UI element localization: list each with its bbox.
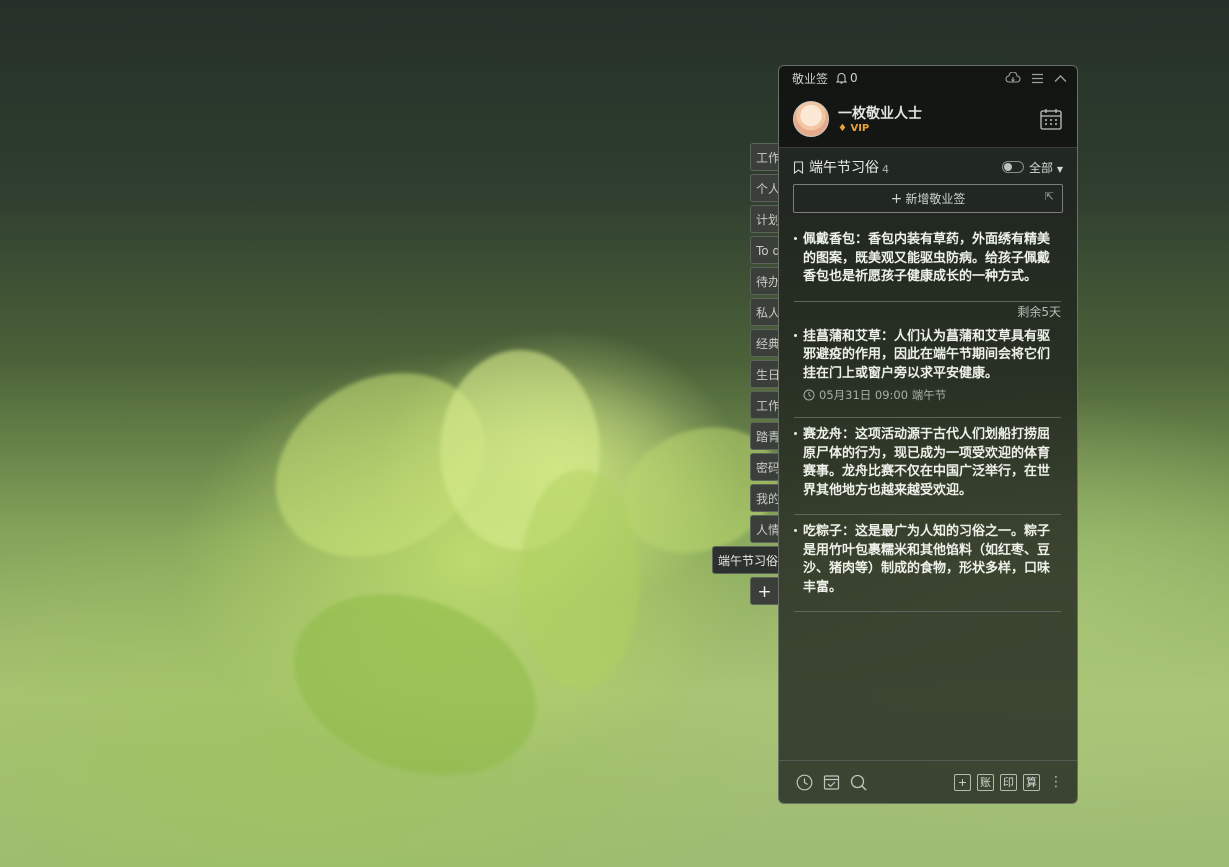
cloud-sync-icon[interactable] (1005, 72, 1021, 84)
tab-work[interactable]: 工作 (750, 143, 778, 171)
tab-dragon-boat-customs[interactable]: 端午节习俗 (712, 546, 778, 574)
note-text: 佩戴香包：香包内装有草药，外面绣有精美的图案，既美观又能驱虫防病。给孩子佩戴香包… (803, 232, 1051, 284)
notification-button[interactable]: 0 (836, 71, 858, 85)
notification-count: 0 (850, 71, 858, 85)
background-leaf (268, 562, 562, 808)
list-count: 4 (882, 162, 889, 176)
note-text: 挂菖蒲和艾草：人们认为菖蒲和艾草具有驱邪避疫的作用，因此在端午节期间会将它们挂在… (803, 328, 1051, 381)
vip-badge[interactable]: ♦ VIP (838, 123, 922, 134)
title-bar: 敬业签 0 (779, 66, 1077, 90)
search-icon[interactable] (850, 774, 868, 791)
account-button[interactable]: 账 (977, 773, 994, 791)
completed-toggle[interactable] (1002, 161, 1024, 173)
user-header: 一枚敬业人士 ♦ VIP (779, 90, 1077, 148)
add-tab-button[interactable]: + (750, 577, 778, 605)
more-options-icon[interactable]: ⋮ (1049, 774, 1063, 790)
filter-dropdown[interactable]: 全部 ▼ (1029, 159, 1063, 176)
background-leaf (520, 470, 640, 690)
menu-icon[interactable] (1031, 73, 1044, 84)
notes-panel: 敬业签 0 一枚敬业人士 ♦ VIP 端午节习俗 4 全部 ▼ + 新增敬业签 … (778, 65, 1078, 804)
calculator-button[interactable]: 算 (1023, 773, 1040, 791)
tab-classic[interactable]: 经典 (750, 329, 778, 357)
tab-outing[interactable]: 踏青 (750, 422, 778, 450)
list-header: 端午节习俗 4 全部 ▼ (779, 150, 1077, 184)
tab-password[interactable]: 密码 (750, 453, 778, 481)
tab-gifts[interactable]: 人情 (750, 515, 778, 543)
reminder-info: 05月31日 09:00 端午节 (803, 387, 1061, 403)
list-item[interactable]: 佩戴香包：香包内装有草药，外面绣有精美的图案，既美观又能驱虫防病。给孩子佩戴香包… (794, 231, 1061, 302)
add-note-label: 新增敬业签 (905, 192, 966, 206)
note-text: 赛龙舟：这项活动源于古代人们划船打捞屈原尸体的行为，现已成为一项受欢迎的体育赛事… (803, 427, 1051, 498)
filter-label: 全部 (1029, 160, 1054, 175)
add-note-button[interactable]: + 新增敬业签 ⇱ (793, 184, 1063, 213)
tab-pending[interactable]: 待办 (750, 267, 778, 295)
add-button[interactable]: + (954, 773, 971, 791)
chevron-up-icon[interactable] (1054, 74, 1067, 83)
caret-down-icon: ▼ (1056, 164, 1063, 174)
list-item[interactable]: 剩余5天 挂菖蒲和艾草：人们认为菖蒲和艾草具有驱邪避疫的作用，因此在端午节期间会… (794, 305, 1061, 418)
print-button[interactable]: 印 (1000, 773, 1017, 791)
plus-icon: + (890, 190, 903, 207)
tab-private[interactable]: 私人 (750, 298, 778, 326)
tab-mine[interactable]: 我的 (750, 484, 778, 512)
reminder-time: 05月31日 09:00 端午节 (819, 388, 947, 402)
tab-personal[interactable]: 个人 (750, 174, 778, 202)
bottom-toolbar: + 账 印 算 ⋮ (779, 760, 1077, 803)
bookmark-icon (793, 160, 804, 174)
list-item[interactable]: 吃粽子：这是最广为人知的习俗之一。粽子是用竹叶包裹糯米和其他馅料（如红枣、豆沙、… (794, 523, 1061, 612)
user-name: 一枚敬业人士 (838, 106, 922, 122)
calendar-icon[interactable] (1039, 107, 1063, 131)
bell-icon (836, 72, 848, 84)
expand-icon[interactable]: ⇱ (1045, 190, 1054, 203)
tab-todo[interactable]: To do (750, 236, 778, 264)
tab-plan[interactable]: 计划 (750, 205, 778, 233)
vip-label: VIP (850, 123, 870, 134)
remaining-days: 剩余5天 (1017, 304, 1061, 319)
checklist-icon[interactable] (823, 774, 840, 791)
tab-birthday[interactable]: 生日 (750, 360, 778, 388)
notes-list: 佩戴香包：香包内装有草药，外面绣有精美的图案，既美观又能驱虫防病。给孩子佩戴香包… (779, 213, 1077, 612)
note-text: 吃粽子：这是最广为人知的习俗之一。粽子是用竹叶包裹糯米和其他馅料（如红枣、豆沙、… (803, 524, 1051, 595)
app-name: 敬业签 (792, 71, 829, 86)
diamond-icon: ♦ (838, 123, 847, 134)
list-title: 端午节习俗 (809, 160, 879, 176)
clock-icon (803, 389, 815, 401)
clock-icon[interactable] (796, 774, 813, 791)
list-item[interactable]: 赛龙舟：这项活动源于古代人们划船打捞屈原尸体的行为，现已成为一项受欢迎的体育赛事… (794, 426, 1061, 515)
avatar[interactable] (793, 100, 829, 137)
tab-work-2[interactable]: 工作 (750, 391, 778, 419)
